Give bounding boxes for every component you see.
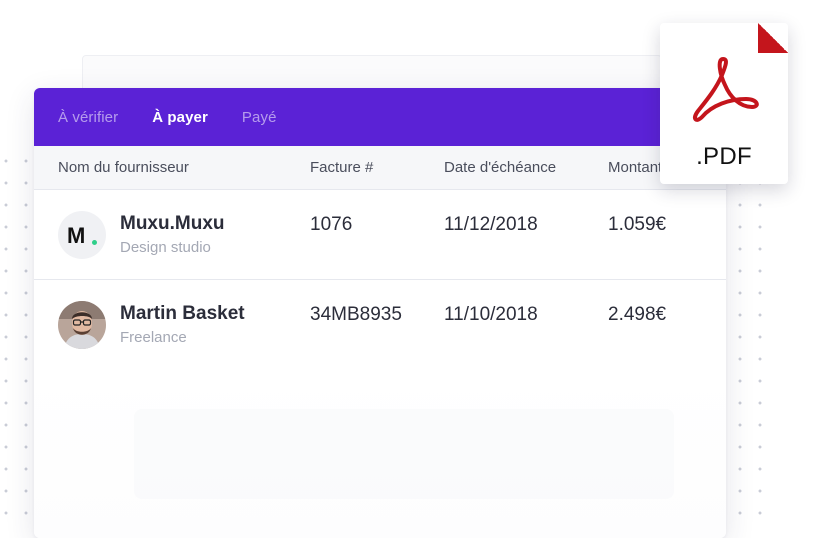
table-header: Nom du fournisseur Facture # Date d'éché… — [34, 146, 726, 190]
invoice-number: 1076 — [310, 214, 353, 235]
tab-paye[interactable]: Payé — [242, 109, 277, 126]
header-due-date[interactable]: Date d'échéance — [444, 159, 556, 176]
dotted-pattern-left — [0, 150, 36, 524]
due-date: 11/12/2018 — [444, 214, 538, 235]
table-row[interactable]: M Muxu.Muxu Design studio 1076 11/12/201… — [34, 190, 726, 280]
supplier-type: Design studio — [120, 239, 211, 256]
person-photo-icon — [58, 301, 106, 349]
amount: 2.498€ — [608, 304, 667, 325]
tab-bar: À vérifier À payer Payé — [34, 88, 726, 146]
acrobat-pdf-icon — [693, 57, 759, 122]
supplier-logo-avatar: M — [58, 211, 106, 259]
dotted-pattern-right — [730, 150, 774, 524]
table-row[interactable]: Martin Basket Freelance 34MB8935 11/10/2… — [34, 280, 726, 370]
header-supplier-name[interactable]: Nom du fournisseur — [58, 159, 189, 176]
supplier-type: Freelance — [120, 329, 187, 346]
page-fold — [758, 23, 788, 53]
supplier-name: Muxu.Muxu — [120, 213, 225, 234]
supplier-name: Martin Basket — [120, 303, 245, 324]
invoice-table-card: À vérifier À payer Payé Nom du fournisse… — [34, 88, 726, 538]
logo-dot — [92, 240, 97, 245]
pdf-file-badge: .PDF — [660, 23, 788, 184]
amount: 1.059€ — [608, 214, 667, 235]
pdf-label: .PDF — [696, 143, 752, 170]
faded-placeholder — [134, 409, 674, 499]
invoice-number: 34MB8935 — [310, 304, 402, 325]
tab-a-verifier[interactable]: À vérifier — [58, 109, 118, 126]
supplier-photo-avatar — [58, 301, 106, 349]
header-amount[interactable]: Montant — [608, 159, 662, 176]
header-invoice-number[interactable]: Facture # — [310, 159, 373, 176]
due-date: 11/10/2018 — [444, 304, 538, 325]
logo-letter: M — [67, 223, 86, 248]
tab-a-payer[interactable]: À payer — [152, 109, 208, 126]
faded-empty-area — [34, 369, 726, 538]
